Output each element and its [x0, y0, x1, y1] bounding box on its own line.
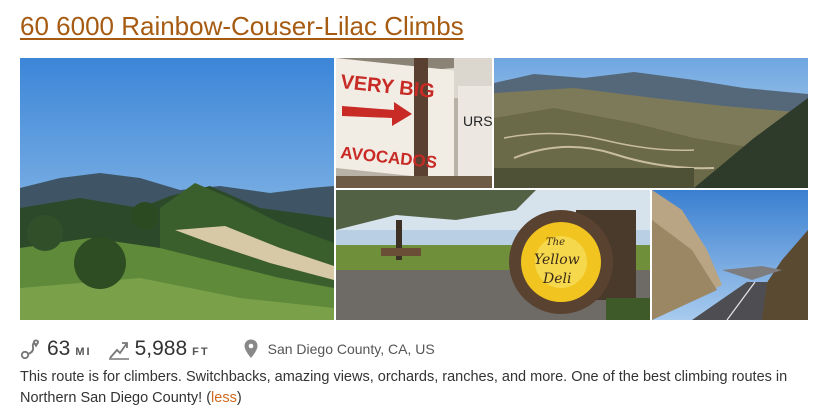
route-stats: 63 MI 5,988 FT San Diego County, CA, US: [20, 334, 451, 364]
elevation-unit: FT: [192, 346, 210, 358]
avocado-sign-image: URS VERY BIG AVOCADOS: [336, 58, 492, 188]
hills-path-image: [20, 58, 334, 320]
route-distance-icon: [20, 339, 40, 360]
elevation-icon: [108, 342, 129, 360]
deli-sign-line-2: Yellow: [534, 252, 580, 268]
photo-avocado-sign[interactable]: URS VERY BIG AVOCADOS: [336, 58, 492, 188]
deli-sign-line-1: The: [546, 237, 565, 248]
location-stat: San Diego County, CA, US: [226, 338, 435, 360]
route-description: This route is for climbers. Switchbacks,…: [20, 367, 820, 409]
mountain-valley-image: [494, 58, 808, 188]
sign-side-text: URS: [463, 113, 492, 129]
distance-stat: 63 MI: [20, 335, 92, 363]
less-close-paren: ): [236, 390, 242, 406]
photo-yellow-deli[interactable]: The Yellow Deli: [336, 190, 650, 320]
photo-hills-path[interactable]: [20, 58, 334, 320]
distance-value: 63: [47, 337, 71, 360]
distance-unit: MI: [75, 346, 92, 358]
canyon-road-image: [652, 190, 808, 320]
less-link[interactable]: less: [211, 390, 237, 406]
location-pin-icon: [244, 339, 258, 358]
deli-sign-line-3: Deli: [542, 271, 571, 287]
photo-mountain-valley[interactable]: [494, 58, 808, 188]
description-text: This route is for climbers. Switchbacks,…: [20, 369, 788, 406]
photo-gallery: URS VERY BIG AVOCADOS The Yellow Deli: [20, 58, 808, 320]
yellow-deli-image: The Yellow Deli: [336, 190, 650, 320]
photo-canyon-road[interactable]: [652, 190, 808, 320]
elevation-stat: 5,988 FT: [108, 335, 210, 363]
elevation-value: 5,988: [134, 337, 188, 360]
location-text: San Diego County, CA, US: [267, 341, 435, 357]
route-title-link[interactable]: 60 6000 Rainbow-Couser-Lilac Climbs: [20, 8, 464, 44]
